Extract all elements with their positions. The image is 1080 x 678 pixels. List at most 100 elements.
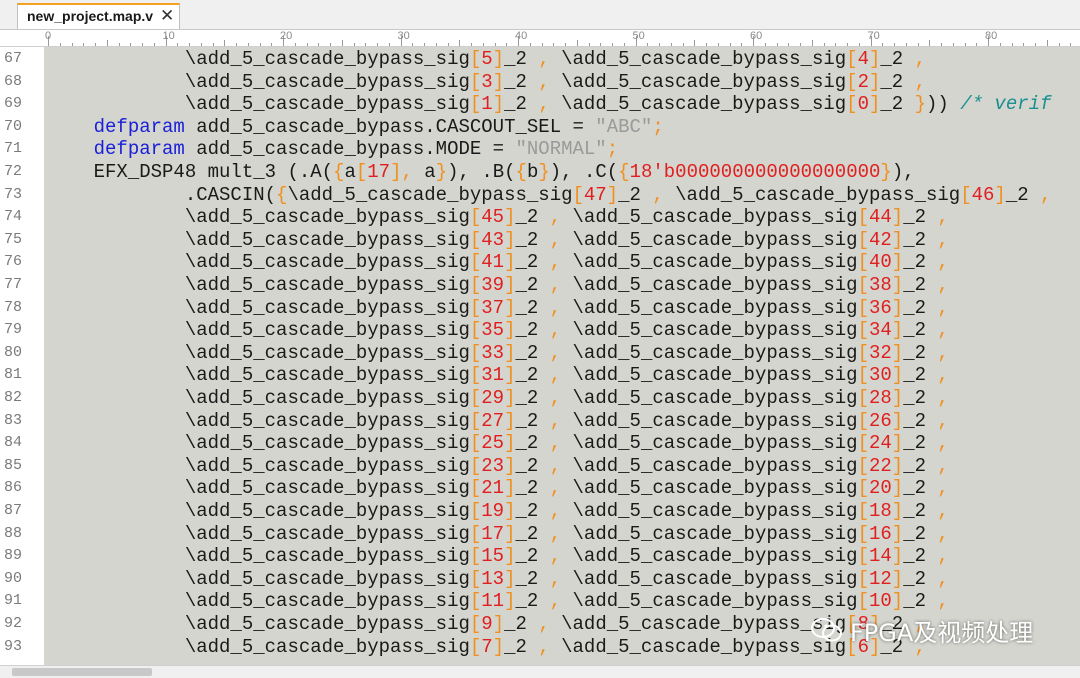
- code-line[interactable]: 74 \add_5_cascade_bypass_sig[45]_2 , \ad…: [0, 206, 1080, 229]
- ruler-tick: [1011, 43, 1013, 46]
- code-line[interactable]: 73 .CASCIN({\add_5_cascade_bypass_sig[47…: [0, 184, 1080, 207]
- ruler-tick: [647, 43, 649, 46]
- code-line[interactable]: 77 \add_5_cascade_bypass_sig[39]_2 , \ad…: [0, 274, 1080, 297]
- code-line[interactable]: 88 \add_5_cascade_bypass_sig[17]_2 , \ad…: [0, 523, 1080, 546]
- close-tab-icon[interactable]: ✕: [160, 6, 174, 26]
- code-token: /* verif: [948, 93, 1052, 116]
- ruler-tick: [59, 43, 61, 46]
- code-line[interactable]: 76 \add_5_cascade_bypass_sig[41]_2 , \ad…: [0, 251, 1080, 274]
- code-token: [: [857, 522, 869, 545]
- code-token: ]: [504, 319, 516, 342]
- code-token: 28: [868, 387, 892, 409]
- code-token: ]: [504, 387, 516, 409]
- code-token: ]: [504, 500, 516, 522]
- code-line[interactable]: 68 \add_5_cascade_bypass_sig[3]_2 , \add…: [0, 71, 1080, 94]
- code-line[interactable]: 90 \add_5_cascade_bypass_sig[13]_2 , \ad…: [0, 568, 1080, 591]
- code-line[interactable]: 89 \add_5_cascade_bypass_sig[15]_2 , \ad…: [0, 545, 1080, 568]
- code-token: ]: [606, 183, 619, 206]
- ruler-tick: [717, 43, 719, 46]
- ruler-tick: [106, 40, 108, 46]
- horizontal-scrollbar[interactable]: [0, 665, 1080, 678]
- code-token: \add_5_cascade_bypass_sig: [48, 613, 470, 635]
- code-token: ]: [891, 454, 904, 477]
- code-token: \add_5_cascade_bypass_sig: [549, 93, 847, 116]
- file-tab[interactable]: new_project.map.v ✕: [17, 3, 180, 29]
- code-token: \add_5_cascade_bypass_sig: [561, 228, 858, 251]
- code-token: ,: [538, 93, 550, 116]
- code-token: [: [469, 319, 482, 342]
- code-token: b: [526, 161, 539, 183]
- ruler-tick: [353, 43, 355, 46]
- code-token: [: [857, 228, 869, 251]
- code-line[interactable]: 78 \add_5_cascade_bypass_sig[37]_2 , \ad…: [0, 297, 1080, 320]
- code-token: ,: [937, 296, 949, 319]
- code-token: ),: [891, 161, 915, 183]
- code-token: 23: [481, 454, 505, 477]
- code-token: _2: [504, 48, 539, 70]
- code-token: _2: [504, 93, 539, 116]
- ruler-label: 40: [515, 30, 528, 42]
- code-token: \add_5_cascade_bypass_sig: [48, 228, 470, 251]
- ruler-label: 0: [45, 30, 52, 42]
- code-token: [: [469, 296, 482, 319]
- code-line[interactable]: 70 defparam add_5_cascade_bypass.CASCOUT…: [0, 116, 1080, 139]
- code-token: \add_5_cascade_bypass_sig: [48, 296, 470, 319]
- line-number: 91: [3, 592, 22, 610]
- ruler-tick: [999, 43, 1001, 46]
- code-line[interactable]: 85 \add_5_cascade_bypass_sig[23]_2 , \ad…: [0, 455, 1080, 478]
- line-number: 88: [3, 524, 22, 542]
- line-number: 89: [3, 547, 22, 565]
- code-token: _2: [903, 567, 938, 590]
- code-token: ]: [891, 228, 904, 251]
- code-line[interactable]: 82 \add_5_cascade_bypass_sig[29]_2 , \ad…: [0, 387, 1080, 410]
- code-token: 36: [868, 296, 892, 319]
- code-token: ,: [549, 387, 562, 409]
- code-token: defparam: [93, 138, 185, 161]
- code-token: [: [469, 93, 482, 116]
- ruler-tick: [976, 43, 978, 46]
- code-token: ]: [504, 590, 516, 613]
- code-line[interactable]: 72 EFX_DSP48 mult_3 (.A({a[17], a}), .B(…: [0, 161, 1080, 184]
- code-token: ]: [891, 522, 904, 545]
- scrollbar-thumb[interactable]: [12, 668, 152, 676]
- code-line[interactable]: 87 \add_5_cascade_bypass_sig[19]_2 , \ad…: [0, 500, 1080, 523]
- ruler-tick: [189, 43, 190, 46]
- code-token: 3: [481, 70, 493, 93]
- code-token: ;: [606, 138, 619, 161]
- code-line[interactable]: 67 \add_5_cascade_bypass_sig[5]_2 , \add…: [0, 48, 1080, 71]
- code-token: {: [618, 161, 630, 183]
- ruler-tick: [612, 43, 613, 46]
- code-line[interactable]: 79 \add_5_cascade_bypass_sig[35]_2 , \ad…: [0, 319, 1080, 342]
- code-line[interactable]: 84 \add_5_cascade_bypass_sig[25]_2 , \ad…: [0, 432, 1080, 455]
- code-token: _2: [504, 613, 539, 635]
- code-token: ;: [652, 115, 664, 138]
- code-token: 42: [868, 228, 892, 251]
- ruler-tick: [259, 43, 261, 46]
- code-line[interactable]: 69 \add_5_cascade_bypass_sig[1]_2 , \add…: [0, 93, 1080, 116]
- code-token: _2: [504, 635, 539, 658]
- code-token: }: [880, 161, 892, 183]
- code-token: \add_5_cascade_bypass_sig: [48, 70, 470, 93]
- code-token: ,: [937, 364, 949, 387]
- code-token: 10: [868, 590, 892, 613]
- code-token: ]: [994, 183, 1006, 206]
- code-token: 2: [857, 70, 869, 93]
- code-token: 34: [868, 319, 892, 342]
- ruler-tick: [177, 43, 179, 46]
- line-number: 67: [3, 50, 22, 67]
- code-line[interactable]: 71 defparam add_5_cascade_bypass.MODE = …: [0, 138, 1080, 161]
- code-line[interactable]: 91 \add_5_cascade_bypass_sig[11]_2 , \ad…: [0, 590, 1080, 613]
- line-number: 78: [3, 298, 22, 316]
- code-token: _2: [515, 206, 550, 229]
- code-token: ,: [937, 409, 949, 432]
- code-line[interactable]: 86 \add_5_cascade_bypass_sig[21]_2 , \ad…: [0, 477, 1080, 500]
- code-line[interactable]: 75 \add_5_cascade_bypass_sig[43]_2 , \ad…: [0, 229, 1080, 252]
- ruler-tick: [247, 43, 249, 46]
- file-tab-label: new_project.map.v: [27, 8, 154, 24]
- code-token: ]: [492, 93, 505, 116]
- code-line[interactable]: 80 \add_5_cascade_bypass_sig[33]_2 , \ad…: [0, 342, 1080, 365]
- code-line[interactable]: 81 \add_5_cascade_bypass_sig[31]_2 , \ad…: [0, 364, 1080, 387]
- code-line[interactable]: 83 \add_5_cascade_bypass_sig[27]_2 , \ad…: [0, 410, 1080, 433]
- code-token: \add_5_cascade_bypass_sig: [48, 635, 470, 658]
- line-number: 71: [3, 140, 22, 158]
